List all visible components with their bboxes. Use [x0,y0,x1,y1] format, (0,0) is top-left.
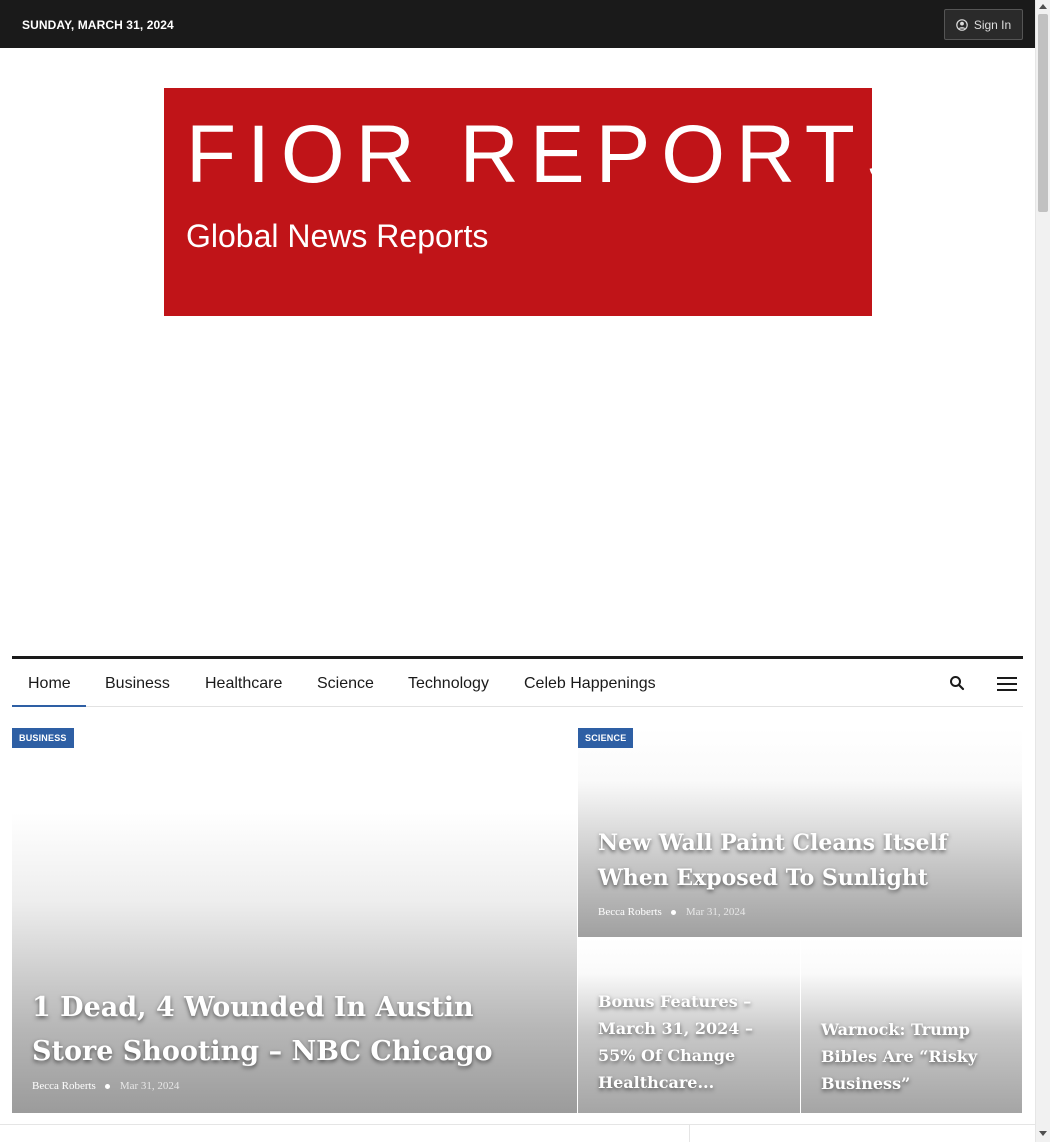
article-meta: Becca Roberts Mar 31, 2024 [598,906,745,918]
nav-item-home[interactable]: Home [12,659,86,707]
main-navigation: Home Business Healthcare Science Technol… [12,656,1023,707]
featured-article-top-right[interactable]: SCIENCE New Wall Paint Cleans Itself Whe… [578,728,1022,937]
site-tagline: Global News Reports [186,218,489,254]
article-author[interactable]: Becca Roberts [32,1080,96,1092]
section-divider [0,1124,1035,1125]
separator-dot [670,909,676,915]
featured-article-small-1[interactable]: Bonus Features – March 31, 2024 – 55% Of… [578,938,800,1113]
site-title: FIOR REPORTS [186,109,932,200]
article-author[interactable]: Becca Roberts [598,906,662,918]
current-date: SUNDAY, MARCH 31, 2024 [22,18,174,32]
scroll-down-arrow-icon[interactable] [1039,1131,1047,1136]
column-divider [689,1124,690,1142]
nav-item-science[interactable]: Science [317,659,374,706]
scroll-up-arrow-icon[interactable] [1039,4,1047,9]
article-title[interactable]: 1 Dead, 4 Wounded In Austin Store Shooti… [32,986,552,1074]
featured-article-small-2[interactable]: Warnock: Trump Bibles Are “Risky Busines… [801,938,1022,1113]
sign-in-button[interactable]: Sign In [944,9,1023,40]
nav-item-business[interactable]: Business [105,659,170,706]
sign-in-label: Sign In [973,17,1012,32]
article-title[interactable]: New Wall Paint Cleans Itself When Expose… [598,826,1008,896]
article-meta: Becca Roberts Mar 31, 2024 [32,1080,179,1092]
user-circle-icon [956,18,968,31]
separator-dot [104,1083,110,1089]
scrollbar-thumb[interactable] [1038,14,1048,212]
nav-item-healthcare[interactable]: Healthcare [205,659,282,706]
category-badge[interactable]: SCIENCE [578,728,634,748]
nav-item-celeb-happenings[interactable]: Celeb Happenings [524,659,656,706]
featured-article-main[interactable]: BUSINESS 1 Dead, 4 Wounded In Austin Sto… [12,728,577,1113]
nav-item-technology[interactable]: Technology [408,659,489,706]
site-logo-banner[interactable]: FIOR REPORTS Global News Reports [164,88,921,316]
article-title[interactable]: Bonus Features – March 31, 2024 – 55% Of… [598,988,788,1096]
article-date: Mar 31, 2024 [685,906,746,918]
top-bar: SUNDAY, MARCH 31, 2024 Sign In [0,0,1035,48]
search-icon[interactable] [949,675,965,691]
page-scrollbar[interactable] [1035,0,1050,1142]
article-date: Mar 31, 2024 [119,1080,180,1092]
category-badge[interactable]: BUSINESS [12,728,74,748]
article-title[interactable]: Warnock: Trump Bibles Are “Risky Busines… [821,1016,1011,1097]
hamburger-menu-icon[interactable] [997,677,1017,691]
